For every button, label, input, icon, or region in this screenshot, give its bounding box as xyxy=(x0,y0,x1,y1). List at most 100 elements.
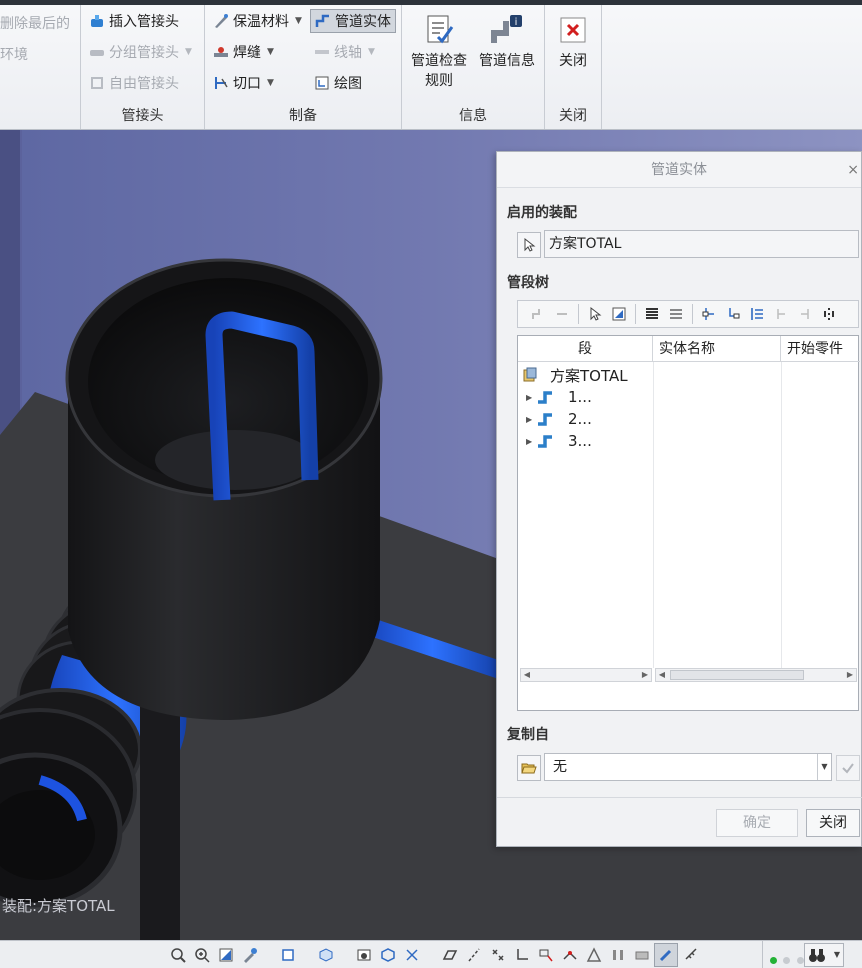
pipe-route-icon[interactable] xyxy=(562,947,578,963)
tree-item-3[interactable]: ▶ 3... xyxy=(518,430,592,452)
svg-text:i: i xyxy=(515,17,518,28)
dialog-close-icon[interactable]: × xyxy=(847,152,859,188)
warning-icon[interactable] xyxy=(586,947,602,963)
tree-toolbar xyxy=(517,300,859,328)
drawing-button[interactable]: 绘图 xyxy=(310,71,366,95)
pipe-info-button[interactable]: i 管道信息 xyxy=(474,13,540,71)
close-ribbon-label: 关闭 xyxy=(559,53,587,69)
annotation-icon[interactable] xyxy=(538,947,554,963)
dialog-title-bar[interactable]: 管道实体 × xyxy=(497,152,861,188)
environment-button[interactable]: 环境 xyxy=(0,42,32,66)
display-style-icon[interactable] xyxy=(280,947,296,963)
undo-last-button[interactable]: 删除最后的 xyxy=(0,11,74,35)
open-file-button[interactable] xyxy=(517,755,541,781)
pipe-solid-button[interactable]: 管道实体 xyxy=(310,9,396,33)
expand-triangle-icon[interactable]: ▶ xyxy=(526,415,536,424)
insert-fitting-icon xyxy=(91,15,103,27)
axis-button[interactable]: 线轴 ▼ xyxy=(310,40,379,64)
accept-button[interactable] xyxy=(836,755,860,781)
segment-tree-label: 管段树 xyxy=(507,275,549,291)
scroll-right-icon[interactable]: ▶ xyxy=(639,669,651,681)
active-assembly-field[interactable]: 方案TOTAL xyxy=(544,230,859,258)
insert-segment-icon[interactable] xyxy=(528,304,548,324)
zoom-in-icon[interactable] xyxy=(194,947,210,963)
sketch-toggle-button[interactable] xyxy=(654,943,678,967)
column-header-segment[interactable]: 段 xyxy=(518,336,653,361)
ok-button[interactable]: 确定 xyxy=(716,809,798,837)
column-header-start-part[interactable]: 开始零件 xyxy=(781,336,860,361)
fabrication-group-label: 制备 xyxy=(289,108,317,124)
left-hscrollbar[interactable]: ◀ ▶ xyxy=(520,668,652,682)
close-button[interactable]: 关闭 xyxy=(806,809,860,837)
ribbon: 删除最后的 环境 插入管接头 分组管接头 ▼ 自由管接头 管接头 保温材料 ▼ 管道… xyxy=(0,0,862,130)
tree-item-label: 2... xyxy=(568,410,592,428)
saved-views-icon[interactable] xyxy=(318,947,334,963)
view-manager-icon[interactable] xyxy=(356,947,372,963)
copy-from-select[interactable]: 无 ▼ xyxy=(544,753,832,781)
chevron-down-icon[interactable]: ▼ xyxy=(817,754,831,780)
right-hscrollbar[interactable]: ◀ ▶ xyxy=(655,668,857,682)
edit-icon[interactable] xyxy=(609,304,629,324)
pipe-check-rules-button[interactable]: 管道检查 规则 xyxy=(406,13,472,91)
close-ribbon-button[interactable]: 关闭 xyxy=(549,13,597,71)
expand-triangle-icon[interactable]: ▶ xyxy=(526,437,536,446)
section-icon[interactable] xyxy=(404,947,420,963)
group-fitting-button[interactable]: 分组管接头 ▼ xyxy=(85,40,196,64)
remove-icon[interactable] xyxy=(552,304,572,324)
zoom-fit-icon[interactable] xyxy=(170,947,186,963)
tree-root-row[interactable]: 方案TOTAL xyxy=(522,364,628,386)
repaint-icon[interactable] xyxy=(242,947,258,963)
list-dense-icon[interactable] xyxy=(642,304,662,324)
free-fitting-button[interactable]: 自由管接头 xyxy=(85,71,183,95)
move-down-icon[interactable] xyxy=(795,304,815,324)
pause-icon[interactable] xyxy=(610,947,626,963)
check-rules-label-1: 管道检查 xyxy=(411,53,467,69)
list-icon[interactable] xyxy=(666,304,686,324)
cut-icon xyxy=(215,77,228,89)
perspective-icon[interactable] xyxy=(380,947,396,963)
scroll-left-icon[interactable]: ◀ xyxy=(521,669,533,681)
tree-header: 段 实体名称 开始零件 xyxy=(518,336,860,362)
expand-triangle-icon[interactable]: ▶ xyxy=(526,393,536,402)
scroll-right-icon[interactable]: ▶ xyxy=(844,669,856,681)
chevron-down-icon: ▼ xyxy=(267,78,274,88)
close-group: 关闭 关闭 xyxy=(545,5,602,129)
insert-fitting-button[interactable]: 插入管接头 xyxy=(85,9,183,33)
fittings-group: 插入管接头 分组管接头 ▼ 自由管接头 管接头 xyxy=(81,5,205,129)
pipe-segment-icon xyxy=(538,391,552,404)
collapse-icon[interactable] xyxy=(723,304,743,324)
copy-from-value: 无 xyxy=(553,759,567,775)
cut-button[interactable]: 切口 ▼ xyxy=(209,71,278,95)
close-icon xyxy=(560,17,586,43)
refit-icon[interactable] xyxy=(218,947,234,963)
coordinate-system-icon[interactable] xyxy=(514,947,530,963)
insulation-button[interactable]: 保温材料 ▼ xyxy=(209,9,306,33)
datum-point-icon[interactable] xyxy=(490,947,506,963)
column-divider xyxy=(653,362,654,668)
tree-item-label: 3... xyxy=(568,432,592,450)
column-header-solid-name[interactable]: 实体名称 xyxy=(653,336,781,361)
move-up-icon[interactable] xyxy=(771,304,791,324)
scroll-left-icon[interactable]: ◀ xyxy=(656,669,668,681)
select-icon[interactable] xyxy=(585,304,605,324)
options-icon[interactable] xyxy=(819,304,839,324)
tree-view-icon[interactable] xyxy=(747,304,767,324)
segment-tree[interactable]: 段 实体名称 开始零件 方案TOTAL ▶ 1... ▶ 2... ▶ 3...… xyxy=(517,335,860,711)
chevron-down-icon[interactable]: ▼ xyxy=(834,950,840,959)
pipe-segment-icon xyxy=(538,435,552,448)
expand-icon[interactable] xyxy=(699,304,719,324)
measure-icon[interactable] xyxy=(684,947,700,963)
datum-plane-icon[interactable] xyxy=(442,947,458,963)
dialog-divider xyxy=(497,797,862,798)
tree-item-1[interactable]: ▶ 1... xyxy=(518,386,592,408)
spin-center-icon[interactable] xyxy=(634,947,650,963)
tree-item-2[interactable]: ▶ 2... xyxy=(518,408,592,430)
environment-group: 删除最后的 环境 xyxy=(0,5,81,129)
folder-open-icon xyxy=(521,763,537,774)
scroll-thumb[interactable] xyxy=(670,670,804,680)
find-button[interactable]: ▼ xyxy=(804,943,844,967)
select-assembly-button[interactable] xyxy=(517,232,541,258)
weld-button[interactable]: 焊缝 ▼ xyxy=(209,40,278,64)
datum-axis-icon[interactable] xyxy=(466,947,482,963)
information-group-label: 信息 xyxy=(459,108,487,124)
